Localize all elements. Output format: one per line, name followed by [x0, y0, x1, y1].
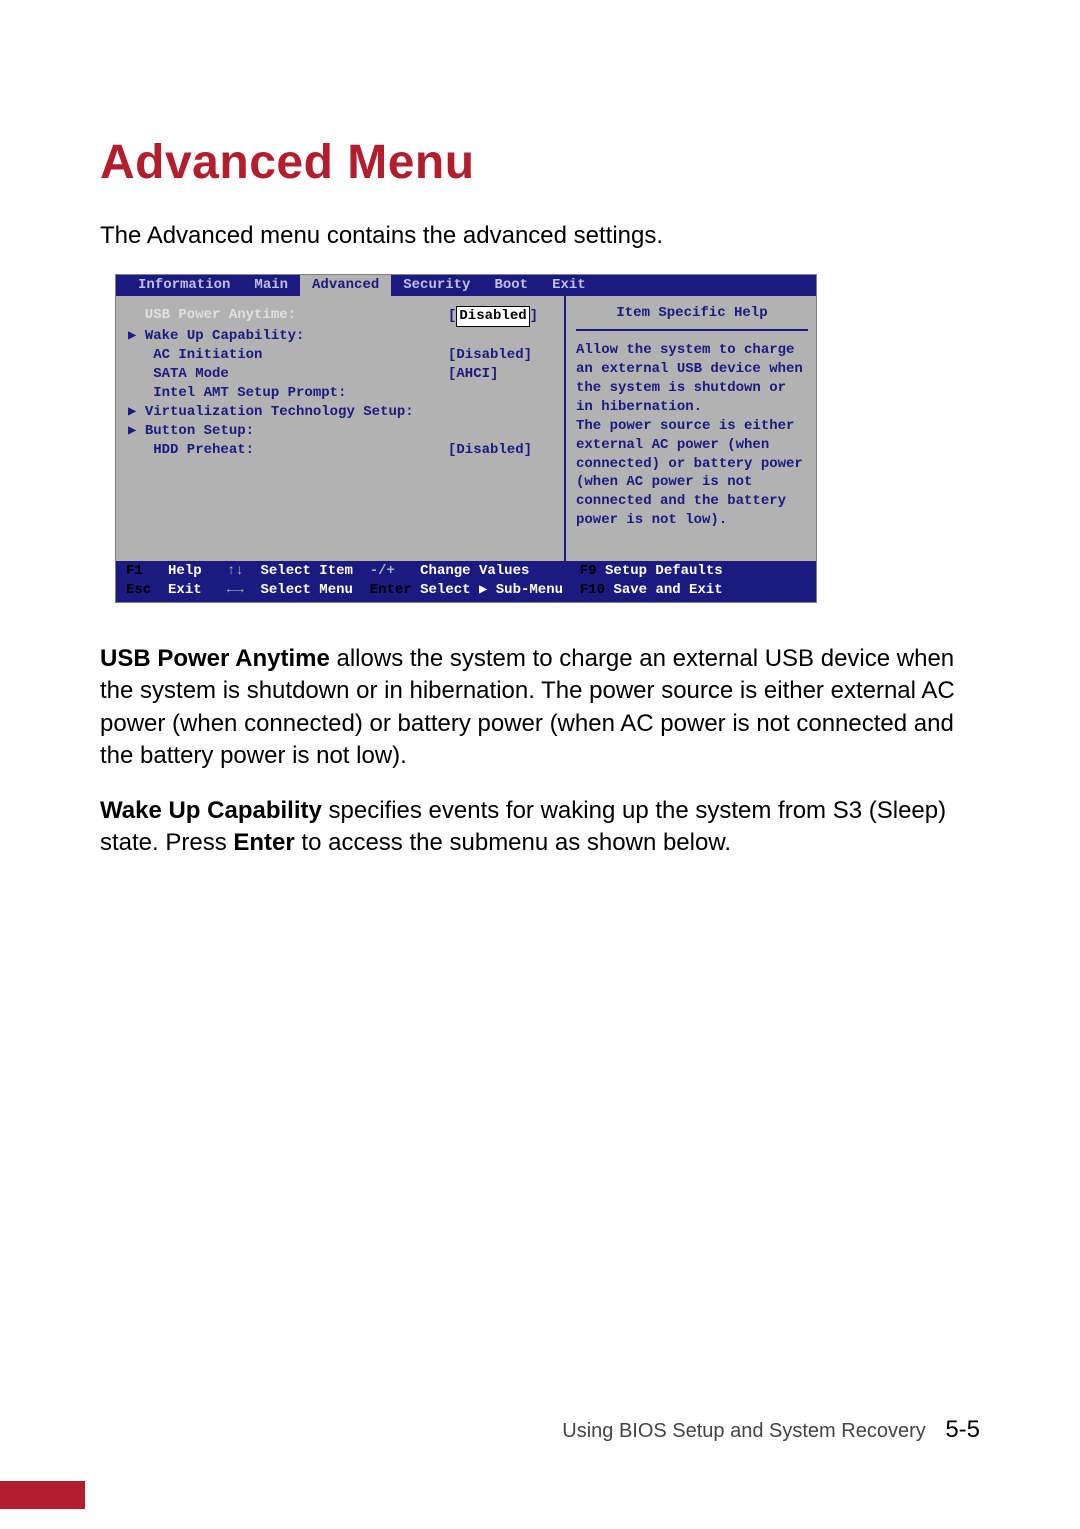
- label-help: Help: [168, 562, 202, 581]
- bios-tab-security[interactable]: Security: [391, 275, 482, 296]
- bios-item-value: [Disabled]: [448, 346, 532, 365]
- bios-footer: F1 Help ↑↓ Select Item -/+ Change Values…: [116, 561, 816, 602]
- bios-item-label: Intel AMT Setup Prompt:: [128, 384, 448, 403]
- bios-item-label: ▶ Virtualization Technology Setup:: [128, 403, 448, 422]
- label-select-submenu: Select ▶ Sub-Menu: [420, 581, 563, 600]
- bios-footer-row2: Esc Exit ←→ Select Menu Enter Select ▶ S…: [126, 581, 806, 600]
- bios-item-value: [Disabled]: [448, 306, 538, 327]
- bios-item-label: ▶ Wake Up Capability:: [128, 327, 448, 346]
- bios-tab-bar: Information Main Advanced Security Boot …: [116, 275, 816, 296]
- key-esc: Esc: [126, 581, 151, 600]
- term-enter: Enter: [233, 829, 294, 856]
- bios-item-label: USB Power Anytime:: [128, 306, 448, 327]
- term-wake-up-capability: Wake Up Capability: [100, 797, 322, 824]
- bios-help-panel: Item Specific Help Allow the system to c…: [564, 296, 816, 561]
- bios-item-value: [Disabled]: [448, 441, 532, 460]
- bios-item-label: HDD Preheat:: [128, 441, 448, 460]
- label-save-exit: Save and Exit: [613, 581, 722, 600]
- page-title: Advanced Menu: [100, 135, 980, 190]
- intro-paragraph: The Advanced menu contains the advanced …: [100, 220, 980, 252]
- bios-tab-boot[interactable]: Boot: [482, 275, 540, 296]
- bios-items-panel: USB Power Anytime: [Disabled] ▶ Wake Up …: [116, 296, 564, 561]
- bios-item-label: AC Initiation: [128, 346, 448, 365]
- bios-item-button-setup[interactable]: ▶ Button Setup:: [128, 422, 552, 441]
- key-f10: F10: [580, 581, 605, 600]
- key-updown: ↑↓: [227, 562, 244, 581]
- key-f9: F9: [580, 562, 597, 581]
- bios-item-virtualization[interactable]: ▶ Virtualization Technology Setup:: [128, 403, 552, 422]
- para2-tail: to access the submenu as shown below.: [295, 829, 731, 856]
- footer-text: Using BIOS Setup and System Recovery: [562, 1420, 926, 1442]
- bios-screenshot: Information Main Advanced Security Boot …: [115, 274, 817, 603]
- usb-power-anytime-paragraph: USB Power Anytime allows the system to c…: [100, 643, 980, 773]
- label-exit: Exit: [168, 581, 202, 600]
- bios-tab-exit[interactable]: Exit: [540, 275, 598, 296]
- bios-tab-main[interactable]: Main: [242, 275, 300, 296]
- key-leftright: ←→: [227, 581, 244, 600]
- bios-item-ac-initiation[interactable]: AC Initiation [Disabled]: [128, 346, 552, 365]
- key-minusplus: -/+: [370, 562, 395, 581]
- bios-item-wake-up-capability[interactable]: ▶ Wake Up Capability:: [128, 327, 552, 346]
- bios-help-title: Item Specific Help: [576, 304, 808, 331]
- term-usb-power-anytime: USB Power Anytime: [100, 645, 330, 672]
- key-f1: F1: [126, 562, 143, 581]
- bios-item-usb-power-anytime[interactable]: USB Power Anytime: [Disabled]: [128, 306, 552, 327]
- bios-item-label: SATA Mode: [128, 365, 448, 384]
- bios-footer-row1: F1 Help ↑↓ Select Item -/+ Change Values…: [126, 562, 806, 581]
- wake-up-capability-paragraph: Wake Up Capability specifies events for …: [100, 795, 980, 860]
- bios-item-value: [AHCI]: [448, 365, 498, 384]
- footer-page-number: 5-5: [945, 1416, 980, 1443]
- bios-item-intel-amt[interactable]: Intel AMT Setup Prompt:: [128, 384, 552, 403]
- label-select-menu: Select Menu: [260, 581, 352, 600]
- decorative-red-strip: [0, 1481, 85, 1509]
- page-container: Advanced Menu The Advanced menu contains…: [0, 0, 1080, 1529]
- page-footer: Using BIOS Setup and System Recovery 5-5: [562, 1416, 980, 1444]
- label-select-item: Select Item: [260, 562, 352, 581]
- bios-body: USB Power Anytime: [Disabled] ▶ Wake Up …: [116, 296, 816, 561]
- bios-tab-information[interactable]: Information: [126, 275, 242, 296]
- label-change-values: Change Values: [420, 562, 529, 581]
- bios-item-sata-mode[interactable]: SATA Mode [AHCI]: [128, 365, 552, 384]
- bios-tab-advanced[interactable]: Advanced: [300, 275, 391, 296]
- bios-help-text: Allow the system to charge an external U…: [576, 341, 808, 530]
- bios-item-label: ▶ Button Setup:: [128, 422, 448, 441]
- label-setup-defaults: Setup Defaults: [605, 562, 723, 581]
- bios-item-hdd-preheat[interactable]: HDD Preheat: [Disabled]: [128, 441, 552, 460]
- key-enter: Enter: [370, 581, 412, 600]
